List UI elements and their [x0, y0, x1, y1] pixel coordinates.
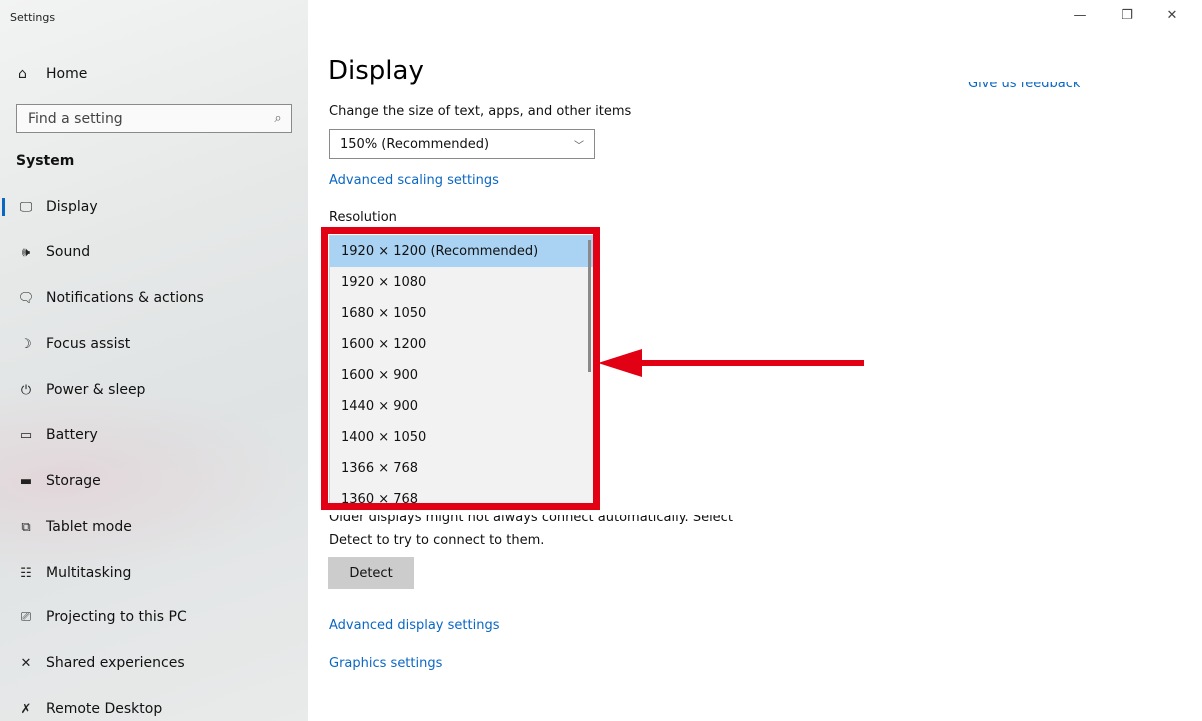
feedback-link[interactable]: Give us feedback — [968, 82, 1080, 93]
sidebar-item-power-sleep[interactable]: ⏻ Power & sleep — [0, 370, 308, 410]
detect-description-line1: Older displays might not always connect … — [329, 515, 733, 525]
sound-icon: 🕪 — [21, 244, 31, 260]
sidebar-item-label: Power & sleep — [46, 382, 146, 398]
sidebar-item-label: Storage — [46, 473, 101, 489]
section-title: System — [16, 153, 75, 169]
sidebar-item-focus-assist[interactable]: ☽ Focus assist — [0, 324, 308, 364]
notifications-icon: 🗨 — [17, 290, 35, 306]
close-button[interactable]: ✕ — [1162, 8, 1182, 23]
sidebar-item-label: Display — [46, 199, 98, 215]
arrow-head — [598, 349, 642, 377]
scale-dropdown[interactable]: 150% (Recommended) ﹀ — [329, 129, 595, 159]
scale-label: Change the size of text, apps, and other… — [329, 104, 632, 119]
resolution-label: Resolution — [329, 210, 397, 225]
sidebar-item-label: Tablet mode — [46, 519, 132, 535]
search-icon[interactable]: ⌕ — [265, 111, 291, 126]
sidebar-item-tablet-mode[interactable]: ⧉ Tablet mode — [0, 507, 308, 547]
detect-button[interactable]: Detect — [328, 557, 414, 589]
battery-icon: ▭ — [19, 427, 33, 443]
projecting-icon: ⎚ — [20, 609, 32, 625]
sidebar: Settings ⌂ Home ⌕ System 🖵 Display 🕪 Sou… — [0, 0, 308, 721]
page-title: Display — [328, 56, 424, 86]
shared-experiences-icon: ✕ — [20, 655, 32, 671]
tablet-mode-icon: ⧉ — [21, 519, 31, 535]
sidebar-item-projecting[interactable]: ⎚ Projecting to this PC — [0, 597, 308, 637]
sidebar-item-label: Notifications & actions — [46, 290, 204, 306]
highlight-box — [321, 227, 600, 510]
app-title: Settings — [10, 11, 56, 24]
sidebar-item-storage[interactable]: ▬ Storage — [0, 461, 308, 501]
focus-assist-icon: ☽ — [20, 336, 32, 352]
display-icon: 🖵 — [19, 199, 33, 215]
arrow-line — [640, 360, 864, 366]
search-input[interactable] — [17, 105, 265, 132]
sidebar-item-multitasking[interactable]: ☷ Multitasking — [0, 553, 308, 593]
sidebar-item-battery[interactable]: ▭ Battery — [0, 415, 308, 455]
remote-desktop-icon: ✗ — [20, 701, 32, 717]
scale-value: 150% (Recommended) — [340, 136, 490, 152]
sidebar-item-sound[interactable]: 🕪 Sound — [0, 232, 308, 272]
sidebar-item-label: Focus assist — [46, 336, 131, 352]
sidebar-item-display[interactable]: 🖵 Display — [0, 187, 308, 227]
sidebar-item-label: Battery — [46, 427, 98, 443]
storage-icon: ▬ — [19, 473, 33, 489]
advanced-display-link[interactable]: Advanced display settings — [329, 618, 499, 633]
sidebar-item-label: Remote Desktop — [46, 701, 163, 717]
sidebar-item-label: Sound — [46, 244, 91, 260]
multitasking-icon: ☷ — [20, 565, 32, 581]
sidebar-item-notifications[interactable]: 🗨 Notifications & actions — [0, 278, 308, 318]
detect-description-line2: Detect to try to connect to them. — [329, 533, 545, 548]
sidebar-item-shared-experiences[interactable]: ✕ Shared experiences — [0, 643, 308, 683]
sidebar-item-label: Shared experiences — [46, 655, 185, 671]
sidebar-item-label: Multitasking — [46, 565, 132, 581]
sidebar-home-label: Home — [46, 66, 88, 82]
sidebar-item-label: Projecting to this PC — [46, 609, 187, 625]
advanced-scaling-link[interactable]: Advanced scaling settings — [329, 173, 499, 188]
home-icon: ⌂ — [18, 66, 27, 82]
graphics-settings-link[interactable]: Graphics settings — [329, 656, 442, 671]
chevron-down-icon: ﹀ — [574, 140, 584, 152]
restore-button[interactable]: ❐ — [1117, 8, 1137, 23]
minimize-button[interactable]: — — [1070, 8, 1090, 23]
sidebar-home[interactable]: ⌂ Home — [18, 62, 87, 86]
power-icon: ⏻ — [20, 382, 32, 398]
sidebar-item-remote-desktop[interactable]: ✗ Remote Desktop — [0, 689, 308, 721]
search-box[interactable]: ⌕ — [16, 104, 292, 133]
